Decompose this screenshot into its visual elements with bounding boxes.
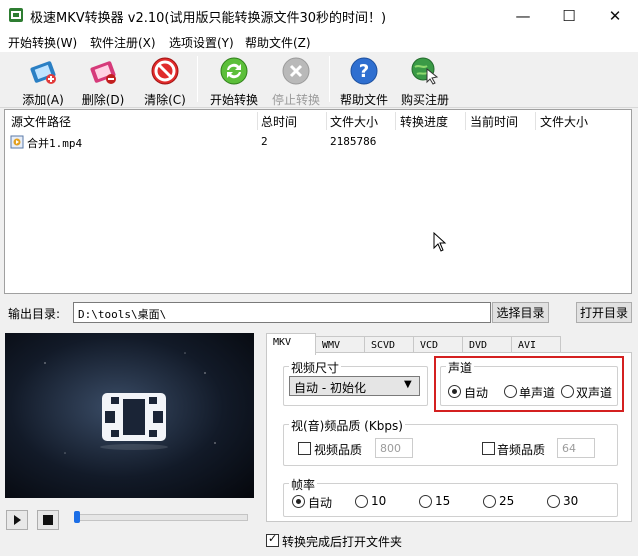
output-dir-label: 输出目录: (8, 307, 61, 321)
menu-bar: 开始转换(W) 软件注册(X) 选项设置(Y) 帮助文件(Z) (0, 31, 638, 52)
clear-icon (151, 57, 179, 85)
column-divider (535, 112, 536, 130)
window-title: 极速MKV转换器 v2.10(试用版只能转换源文件30秒的时间！) (30, 11, 387, 26)
framerate-10-radio[interactable] (355, 495, 368, 508)
start-convert-icon (220, 57, 248, 85)
stop-icon (43, 515, 53, 525)
video-quality-input[interactable]: 800 (375, 438, 413, 458)
framerate-10-label: 10 (371, 494, 387, 508)
tab-mkv[interactable]: MKV (266, 333, 316, 355)
audio-quality-checkbox[interactable] (482, 442, 495, 455)
video-size-select[interactable]: 自动 - 初始化 (289, 376, 420, 396)
framerate-25-radio[interactable] (483, 495, 496, 508)
add-button[interactable]: 添加(A) (18, 52, 68, 107)
framerate-25-label: 25 (499, 494, 515, 508)
play-icon (14, 515, 21, 525)
highlight-box (434, 356, 624, 412)
media-file-icon (10, 135, 24, 149)
help-icon: ? (350, 57, 378, 85)
globe-cursor-icon (411, 57, 439, 85)
format-tabs: MKV WMV SCVD VCD DVD AVI (266, 333, 632, 355)
video-size-label: 视频尺寸 (289, 359, 342, 376)
framerate-15-radio[interactable] (419, 495, 432, 508)
close-button[interactable]: ✕ (592, 0, 638, 31)
audio-quality-input[interactable]: 64 (557, 438, 595, 458)
app-icon (9, 8, 23, 22)
buy-register-button[interactable]: 购买注册 (398, 52, 452, 107)
open-after-checkbox[interactable] (266, 532, 279, 547)
framerate-label: 帧率 (289, 476, 318, 493)
chevron-down-icon: ▼ (404, 379, 412, 390)
choose-dir-button[interactable]: 选择目录 (492, 302, 549, 323)
video-quality-label: 视频品质 (314, 443, 363, 457)
column-header-progress[interactable]: 转换进度 (400, 113, 448, 130)
stop-convert-label: 停止转换 (271, 93, 320, 107)
framerate-auto-radio[interactable] (292, 495, 305, 508)
minimize-button[interactable]: — (500, 0, 546, 31)
mouse-cursor-icon (433, 232, 447, 252)
framerate-30-label: 30 (563, 494, 579, 508)
delete-button[interactable]: 删除(D) (78, 52, 128, 107)
add-file-icon (30, 61, 56, 84)
column-divider (326, 112, 327, 130)
column-divider (395, 112, 396, 130)
help-label: 帮助文件 (339, 93, 388, 107)
menu-start-convert[interactable]: 开始转换(W) (8, 34, 77, 51)
column-header-total-time[interactable]: 总时间 (261, 113, 297, 130)
column-header-path[interactable]: 源文件路径 (11, 113, 71, 130)
delete-label: 删除(D) (81, 93, 125, 107)
column-header-file-size[interactable]: 文件大小 (330, 113, 378, 130)
column-header-current-time[interactable]: 当前时间 (470, 113, 518, 130)
row-file-path: 合并1.mp4 (27, 137, 83, 150)
stop-convert-button[interactable]: 停止转换 (269, 52, 323, 107)
column-divider (257, 112, 258, 130)
open-dir-button[interactable]: 打开目录 (576, 302, 632, 323)
column-header-output-size[interactable]: 文件大小 (540, 113, 588, 130)
svg-text:?: ? (359, 61, 369, 82)
delete-file-icon (90, 61, 116, 84)
framerate-15-label: 15 (435, 494, 451, 508)
video-quality-checkbox[interactable] (298, 442, 311, 455)
menu-settings[interactable]: 选项设置(Y) (169, 34, 234, 51)
file-list[interactable]: 源文件路径 总时间 文件大小 转换进度 当前时间 文件大小 合并1.mp4 2 … (4, 109, 632, 294)
help-button[interactable]: ? 帮助文件 (337, 52, 391, 107)
start-convert-button[interactable]: 开始转换 (207, 52, 261, 107)
maximize-button[interactable]: ☐ (546, 0, 592, 31)
stop-convert-icon (282, 57, 310, 85)
row-file-size: 2185786 (330, 135, 377, 148)
quality-label: 视(音)频品质 (Kbps) (289, 417, 405, 434)
title-bar: 极速MKV转换器 v2.10(试用版只能转换源文件30秒的时间！) — ☐ ✕ (0, 0, 638, 31)
film-strip-icon (44, 352, 216, 454)
video-preview (5, 333, 254, 498)
menu-help[interactable]: 帮助文件(Z) (245, 34, 311, 51)
framerate-auto-label: 自动 (308, 496, 333, 510)
toolbar: 添加(A) 删除(D) 清除(C) 开始转换 停止转换 ? 帮助文件 购买注册 (0, 52, 638, 108)
add-label: 添加(A) (22, 93, 64, 107)
clear-label: 清除(C) (144, 93, 186, 107)
buy-register-label: 购买注册 (400, 93, 449, 107)
row-total-time: 2 (261, 135, 268, 148)
open-after-label: 转换完成后打开文件夹 (282, 535, 403, 549)
column-divider (465, 112, 466, 130)
clear-button[interactable]: 清除(C) (140, 52, 190, 107)
seek-slider[interactable] (75, 514, 248, 521)
start-convert-label: 开始转换 (209, 93, 258, 107)
framerate-30-radio[interactable] (547, 495, 560, 508)
toolbar-separator (197, 56, 198, 102)
seek-slider-thumb[interactable] (74, 511, 80, 523)
toolbar-separator (329, 56, 330, 102)
stop-button[interactable] (37, 510, 59, 530)
output-dir-input[interactable]: D:\tools\桌面\ (73, 302, 491, 323)
audio-quality-label: 音频品质 (497, 443, 546, 457)
play-button[interactable] (6, 510, 28, 530)
menu-register[interactable]: 软件注册(X) (90, 34, 156, 51)
